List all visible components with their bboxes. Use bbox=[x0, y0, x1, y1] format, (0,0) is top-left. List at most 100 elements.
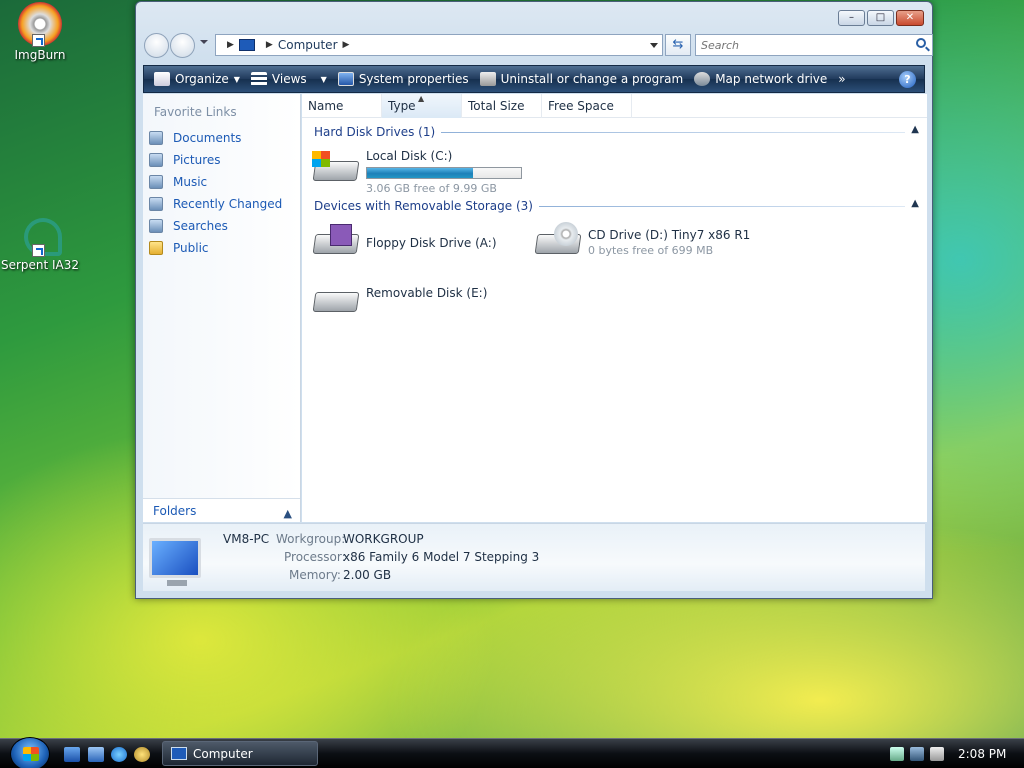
switch-windows-icon[interactable] bbox=[88, 747, 104, 762]
column-header-type[interactable]: ▲ Type bbox=[382, 94, 462, 118]
back-button[interactable] bbox=[144, 33, 169, 58]
start-button[interactable] bbox=[10, 737, 50, 768]
column-header-free-space[interactable]: Free Space bbox=[542, 94, 632, 118]
desktop-icon-label: Serpent IA32 bbox=[0, 258, 80, 272]
drive-name: Floppy Disk Drive (A:) bbox=[366, 236, 497, 250]
floppy-drive-icon bbox=[310, 222, 360, 258]
recently-changed-icon bbox=[149, 197, 163, 211]
media-player-icon[interactable] bbox=[134, 747, 150, 762]
system-properties-button[interactable]: System properties bbox=[334, 67, 476, 91]
refresh-icon: ⇆ bbox=[672, 37, 684, 52]
collapse-icon[interactable]: ▲ bbox=[911, 124, 919, 135]
processor-label: Processor: bbox=[284, 550, 346, 564]
views-button[interactable]: Views ▼ bbox=[247, 67, 334, 91]
map-network-drive-button[interactable]: Map network drive bbox=[690, 67, 834, 91]
folders-label: Folders bbox=[153, 504, 197, 518]
network-icon[interactable] bbox=[910, 747, 924, 761]
desktop-icon-imgburn[interactable]: ImgBurn bbox=[0, 2, 80, 62]
disk-usage-bar bbox=[366, 167, 522, 179]
nav-item-pictures[interactable]: Pictures bbox=[143, 149, 300, 171]
drive-info: CD Drive (D:) Tiny7 x86 R1 0 bytes free … bbox=[588, 222, 750, 258]
internet-explorer-icon[interactable] bbox=[111, 747, 127, 762]
dropdown-arrow-icon: ▼ bbox=[233, 74, 240, 84]
serpent-icon bbox=[18, 212, 62, 257]
maximize-button[interactable]: □ bbox=[867, 10, 894, 26]
close-icon: ✕ bbox=[905, 12, 915, 23]
security-center-icon[interactable] bbox=[890, 747, 904, 761]
refresh-button[interactable]: ⇆ bbox=[665, 34, 691, 56]
breadcrumb-computer[interactable]: Computer bbox=[278, 38, 338, 52]
drive-free-space: 0 bytes free of 699 MB bbox=[588, 244, 714, 257]
column-header-name[interactable]: Name bbox=[302, 94, 382, 118]
drive-info: Local Disk (C:) 3.06 GB free of 9.99 GB bbox=[366, 149, 522, 196]
nav-item-documents[interactable]: Documents bbox=[143, 127, 300, 149]
drive-item-cd-d[interactable]: CD Drive (D:) Tiny7 x86 R1 0 bytes free … bbox=[532, 222, 750, 258]
desktop-icon-serpent[interactable]: Serpent IA32 bbox=[0, 212, 80, 272]
organize-button[interactable]: Organize ▼ bbox=[150, 67, 247, 91]
pictures-icon bbox=[149, 153, 163, 167]
views-label: Views bbox=[271, 72, 307, 86]
nav-item-label: Recently Changed bbox=[173, 197, 283, 211]
drive-item-local-disk-c[interactable]: Local Disk (C:) 3.06 GB free of 9.99 GB bbox=[310, 149, 522, 196]
sort-arrow-icon: ▲ bbox=[418, 94, 425, 103]
nav-item-searches[interactable]: Searches bbox=[143, 215, 300, 237]
search-icon[interactable] bbox=[916, 38, 926, 48]
windows-logo-icon bbox=[312, 151, 330, 167]
volume-muted-icon[interactable] bbox=[930, 747, 944, 761]
views-icon bbox=[250, 72, 267, 86]
drive-name: Removable Disk (E:) bbox=[366, 286, 488, 300]
more-commands-button[interactable]: » bbox=[834, 67, 852, 91]
organize-icon bbox=[154, 72, 170, 86]
column-header-total-size[interactable]: Total Size bbox=[462, 94, 542, 118]
clock[interactable]: 2:08 PM bbox=[958, 747, 1006, 761]
address-dropdown-icon[interactable] bbox=[650, 43, 658, 48]
group-header-hard-disk-drives[interactable]: Hard Disk Drives (1) ▲ bbox=[302, 122, 927, 142]
search-box[interactable] bbox=[695, 34, 933, 56]
search-input[interactable] bbox=[696, 35, 896, 55]
chevron-right-icon[interactable]: ▶ bbox=[343, 40, 350, 50]
chevron-right-icon[interactable]: ▶ bbox=[266, 40, 273, 50]
navigation-row: ▶ ▶ Computer ▶ ⇆ bbox=[144, 32, 933, 58]
nav-item-music[interactable]: Music bbox=[143, 171, 300, 193]
group-divider bbox=[538, 205, 905, 207]
column-header-label: Type bbox=[388, 99, 416, 113]
recent-pages-dropdown[interactable] bbox=[200, 40, 208, 44]
nav-item-label: Searches bbox=[173, 219, 228, 233]
hard-disk-icon bbox=[310, 149, 360, 185]
notification-area: 2:08 PM bbox=[884, 739, 1024, 768]
processor-value: x86 Family 6 Model 7 Stepping 3 bbox=[343, 550, 540, 564]
workgroup-label: Workgroup: bbox=[276, 532, 346, 546]
details-pane: VM8-PC Workgroup: WORKGROUP Processor: x… bbox=[143, 523, 925, 591]
forward-button[interactable] bbox=[170, 33, 195, 58]
collapse-icon[interactable]: ▲ bbox=[911, 198, 919, 209]
imgburn-icon bbox=[18, 2, 62, 47]
folders-toggle[interactable]: Folders ▲ bbox=[143, 498, 300, 522]
group-header-removable-storage[interactable]: Devices with Removable Storage (3) ▲ bbox=[302, 196, 927, 216]
shortcut-arrow-icon bbox=[32, 244, 45, 257]
minimize-icon: – bbox=[849, 12, 854, 23]
group-divider bbox=[441, 131, 905, 133]
help-button[interactable]: ? bbox=[899, 71, 916, 88]
nav-item-label: Public bbox=[173, 241, 209, 255]
map-drive-label: Map network drive bbox=[715, 72, 828, 86]
show-desktop-icon[interactable] bbox=[64, 747, 80, 762]
drive-item-removable-e[interactable]: Removable Disk (E:) bbox=[310, 280, 487, 316]
nav-item-recently-changed[interactable]: Recently Changed bbox=[143, 193, 300, 215]
desktop-icon-label: ImgBurn bbox=[14, 48, 66, 62]
minimize-button[interactable]: – bbox=[838, 10, 865, 26]
uninstall-program-button[interactable]: Uninstall or change a program bbox=[476, 67, 691, 91]
close-button[interactable]: ✕ bbox=[896, 10, 924, 26]
taskbar-button-label: Computer bbox=[193, 746, 253, 761]
nav-item-public[interactable]: Public bbox=[143, 237, 300, 259]
drive-item-floppy-a[interactable]: Floppy Disk Drive (A:) bbox=[310, 222, 497, 258]
chevron-right-icon: ▶ bbox=[227, 40, 234, 50]
dropdown-arrow-icon: ▼ bbox=[320, 74, 327, 84]
disk-usage-fill bbox=[367, 168, 474, 178]
taskbar-button-computer[interactable]: Computer bbox=[162, 741, 318, 766]
computer-name: VM8-PC bbox=[223, 532, 270, 546]
address-bar[interactable]: ▶ ▶ Computer ▶ bbox=[215, 34, 663, 56]
explorer-window: – □ ✕ ▶ ▶ Computer ▶ ⇆ Organize ▼ Views ▼ … bbox=[135, 1, 933, 599]
memory-label: Memory: bbox=[289, 568, 341, 582]
memory-value: 2.00 GB bbox=[343, 568, 392, 582]
system-properties-icon bbox=[337, 72, 354, 86]
